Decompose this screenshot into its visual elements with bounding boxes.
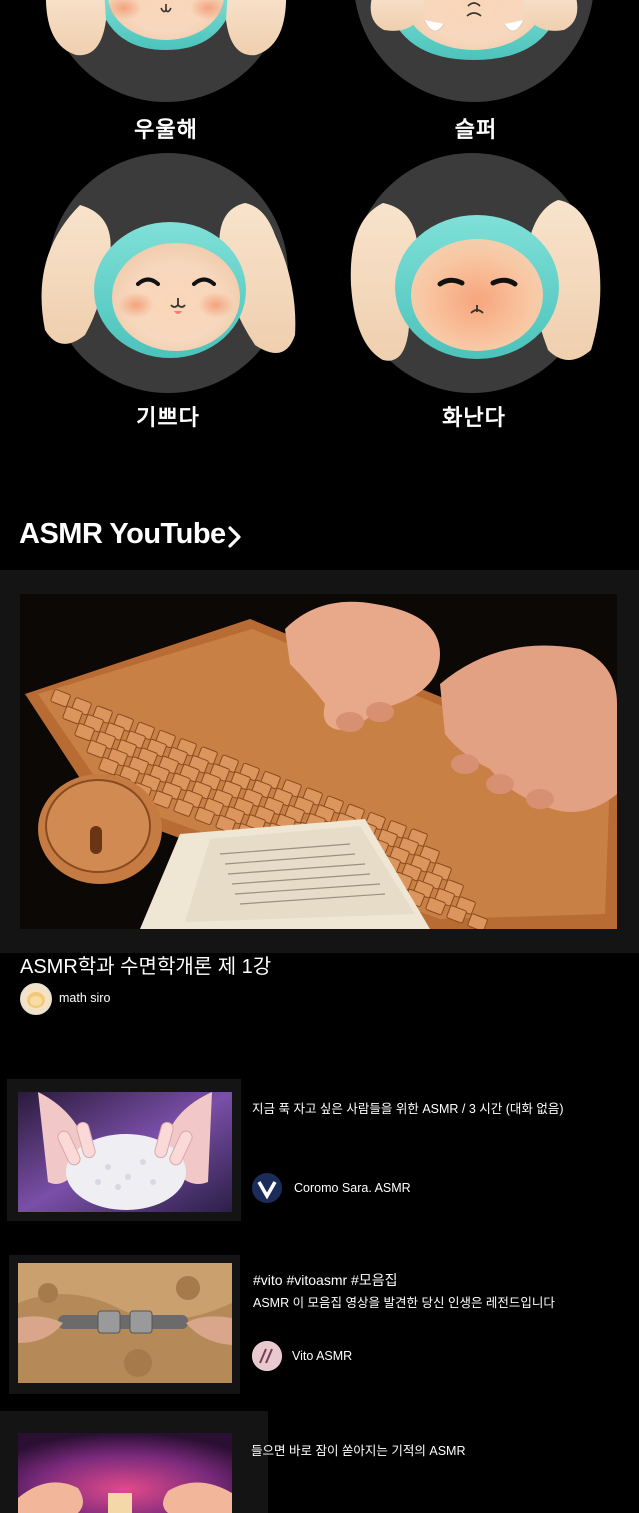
sand-and-metal-thumbnail[interactable] (18, 1263, 232, 1383)
channel-avatar[interactable] (252, 1173, 282, 1203)
mood-label-sad: 슬퍼 (454, 118, 498, 143)
channel-avatar[interactable] (252, 1341, 282, 1371)
crying-bunny-icon (370, 0, 578, 60)
featured-video-title[interactable]: ASMR학과 수면학개론 제 1강 (20, 950, 271, 979)
section-title[interactable]: ASMR YouTube (19, 518, 226, 551)
sad-bunny-icon (45, 0, 287, 56)
chevron-right-icon[interactable] (225, 524, 245, 550)
wooden-keyboard-thumbnail[interactable] (20, 594, 617, 929)
video-title[interactable]: 들으면 바로 잠이 쏟아지는 기적의 ASMR (251, 1443, 465, 1459)
mood-label-depressed: 우울해 (134, 118, 198, 143)
happy-bunny-icon (41, 203, 296, 358)
video-title[interactable]: ASMR 이 모음집 영상을 발견한 당신 인생은 레전드입니다 (253, 1295, 555, 1311)
channel-name[interactable]: Coromo Sara. ASMR (294, 1181, 411, 1195)
channel-avatar[interactable] (20, 983, 52, 1015)
angry-bunny-icon (350, 200, 601, 361)
channel-name[interactable]: Vito ASMR (292, 1349, 352, 1363)
mood-label-angry: 화난다 (442, 406, 506, 431)
video-title[interactable]: 지금 푹 자고 싶은 사람들을 위한 ASMR / 3 시간 (대화 없음) (252, 1101, 564, 1117)
nails-on-foam-thumbnail[interactable] (18, 1092, 232, 1212)
channel-name[interactable]: math siro (59, 991, 110, 1005)
purple-light-hands-thumbnail[interactable] (18, 1433, 232, 1513)
mood-label-happy: 기쁘다 (136, 406, 200, 431)
video-hashtags[interactable]: #vito #vitoasmr #모음집 (253, 1270, 397, 1290)
